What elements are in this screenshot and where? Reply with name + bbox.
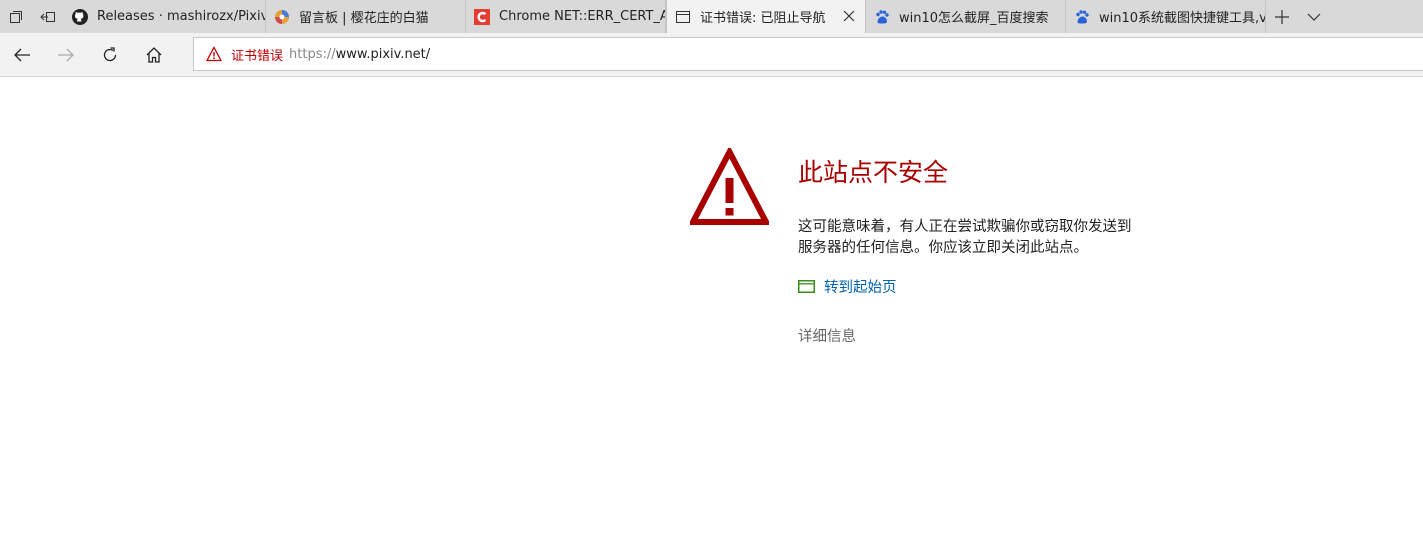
- new-tab-icon[interactable]: [1266, 0, 1298, 33]
- tab-title: Releases · mashirozx/Pixiv-N: [97, 9, 265, 24]
- navigation-bar: 证书错误 https://www.pixiv.net/: [0, 33, 1423, 77]
- details-link[interactable]: 详细信息: [798, 325, 856, 346]
- tab-title: win10怎么截屏_百度搜索: [899, 11, 1049, 26]
- forward-arrow-icon: [58, 48, 74, 61]
- home-button[interactable]: [132, 33, 176, 76]
- page-content: 此站点不安全 这可能意味着，有人正在尝试欺骗你或窃取你发送到服务器的任何信息。你…: [0, 77, 1423, 556]
- home-icon: [146, 46, 162, 63]
- tab-baidu-screenshot[interactable]: win10怎么截屏_百度搜索: [866, 0, 1066, 33]
- tab-guestbook[interactable]: 留言板 | 樱花庄的白猫: [266, 0, 466, 33]
- baidu-paw-icon: [1074, 9, 1090, 25]
- page-icon: [675, 9, 691, 25]
- warning-icon[interactable]: [205, 46, 223, 62]
- large-warning-icon: [690, 148, 769, 225]
- forward-button[interactable]: [44, 33, 88, 76]
- page-title: 此站点不安全: [798, 158, 949, 187]
- close-tab-icon[interactable]: [842, 9, 856, 23]
- go-to-start-label: 转到起始页: [824, 280, 897, 296]
- warning-message: 这可能意味着，有人正在尝试欺骗你或窃取你发送到服务器的任何信息。你应该立即关闭此…: [798, 219, 1132, 256]
- tab-title: 证书错误: 已阻止导航: [700, 11, 826, 26]
- url-host: www.pixiv.net/: [335, 46, 431, 62]
- url-scheme: https://: [289, 46, 336, 62]
- tab-title: Chrome NET::ERR_CERT_AU: [499, 9, 665, 24]
- tab-title: 留言板 | 樱花庄的白猫: [299, 11, 429, 26]
- tab-releases[interactable]: Releases · mashirozx/Pixiv-N: [64, 0, 266, 33]
- address-bar[interactable]: 证书错误 https://www.pixiv.net/: [193, 37, 1423, 71]
- refresh-button[interactable]: [88, 33, 132, 76]
- tab-baidu-shortcut[interactable]: win10系统截图快捷键工具,v: [1066, 0, 1266, 33]
- set-tabs-aside-icon[interactable]: [32, 0, 64, 33]
- tab-title: win10系统截图快捷键工具,v: [1099, 11, 1265, 26]
- back-arrow-icon: [14, 48, 30, 61]
- tab-cert-error[interactable]: 证书错误: 已阻止导航: [666, 0, 866, 33]
- cert-error-label[interactable]: 证书错误: [231, 45, 283, 64]
- tab-bar: Releases · mashirozx/Pixiv-N 留言板 | 樱花庄的白…: [0, 0, 1423, 33]
- csdn-icon: [474, 8, 490, 25]
- back-button[interactable]: [0, 33, 44, 76]
- tab-preview-icon[interactable]: [0, 0, 32, 33]
- site-favicon-icon: [274, 9, 290, 25]
- refresh-icon: [103, 46, 117, 61]
- baidu-paw-icon: [874, 9, 890, 25]
- start-page-icon: [798, 280, 815, 293]
- tab-chrome-err[interactable]: Chrome NET::ERR_CERT_AU: [466, 0, 666, 33]
- url-text[interactable]: https://www.pixiv.net/: [289, 47, 430, 62]
- go-to-start-page-link[interactable]: 转到起始页: [798, 276, 897, 297]
- github-icon: [72, 8, 88, 25]
- chevron-down-icon[interactable]: [1298, 0, 1330, 33]
